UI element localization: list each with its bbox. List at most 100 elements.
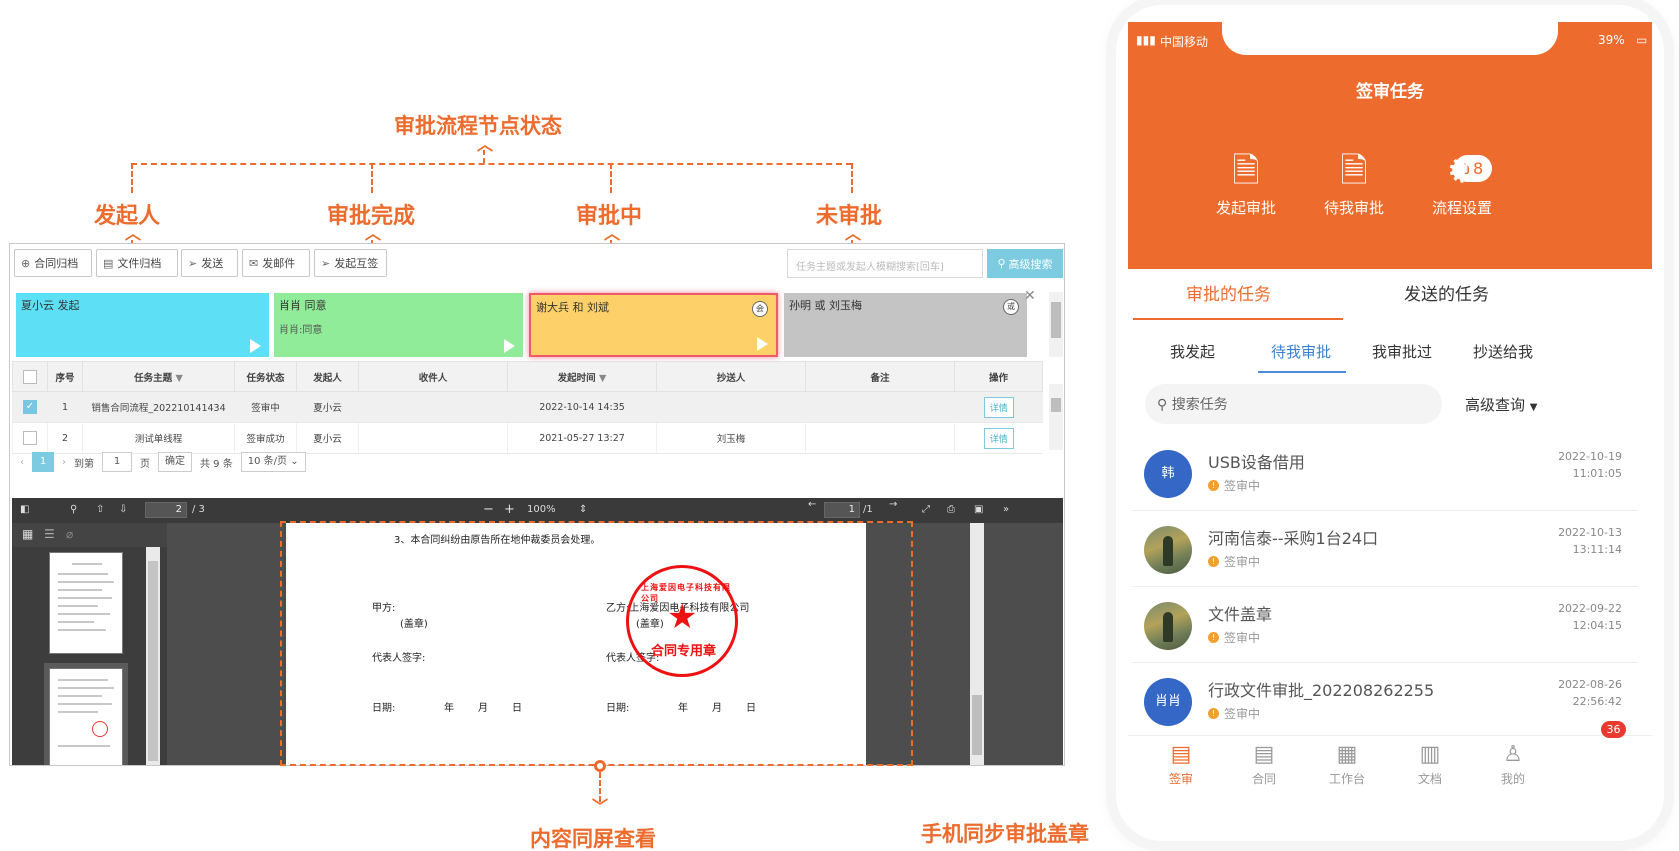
pdf-thumbnail-sidebar: ▦ ☰ ⌀ bbox=[12, 523, 167, 765]
detail-button[interactable]: 详情 bbox=[983, 427, 1014, 449]
user-icon: ♙ bbox=[1503, 742, 1523, 767]
save-icon[interactable]: ▣ bbox=[974, 504, 983, 515]
grid-icon[interactable]: ▦ bbox=[22, 527, 33, 541]
pdf-highlight-frame bbox=[280, 521, 913, 766]
advanced-query-button[interactable]: 高级查询 ▼ bbox=[1465, 394, 1538, 415]
arrow-down-icon[interactable]: ⇩ bbox=[119, 504, 127, 515]
connector bbox=[610, 163, 612, 193]
nav-contract[interactable]: ▤ 合同 bbox=[1229, 742, 1299, 787]
initiate-mutual-sign-button[interactable]: ➢ 发起互签 bbox=[314, 249, 387, 277]
list-item[interactable]: 肖肖 行政文件审批_202208262255 ! 签审中 2022-08-26 22… bbox=[1132, 664, 1638, 739]
zoom-in-icon[interactable]: + bbox=[504, 502, 515, 517]
pdf-thumbnail-page-active[interactable] bbox=[49, 668, 123, 765]
task-search-input[interactable]: ⚲ 搜索任务 bbox=[1145, 384, 1442, 424]
zoom-out-icon[interactable]: − bbox=[483, 502, 494, 517]
confirm-button[interactable]: 确定 bbox=[158, 452, 192, 472]
pdf-thumbnail-page[interactable] bbox=[49, 552, 123, 654]
nav-sign[interactable]: ▤ 签审 bbox=[1146, 742, 1216, 787]
avatar bbox=[1144, 526, 1192, 574]
search-icon: ⚲ bbox=[1157, 397, 1168, 413]
advanced-search-button[interactable]: ⚲ 高级搜索 bbox=[987, 249, 1063, 278]
battery-icon: ▭ bbox=[1636, 33, 1648, 47]
document-hourglass-icon: 🗎 bbox=[1340, 151, 1368, 191]
column-header-subject[interactable]: 任务主题 ▼ bbox=[82, 361, 235, 392]
contract-archive-button[interactable]: ⊕ 合同归档 bbox=[14, 249, 92, 277]
arrow-right-icon[interactable]: → bbox=[889, 499, 897, 510]
list-item[interactable]: 河南信泰--采购1台24口 ! 签审中 2022-10-13 13:11:14 bbox=[1132, 512, 1638, 587]
column-header: 收件人 bbox=[358, 361, 508, 392]
connector bbox=[131, 163, 133, 193]
connector bbox=[371, 163, 373, 193]
pdf-scrollbar[interactable] bbox=[970, 523, 984, 765]
row-checkbox[interactable] bbox=[12, 422, 48, 454]
chevron-right-icon[interactable]: › bbox=[62, 457, 66, 468]
column-header-time[interactable]: 发起时间 ▼ bbox=[507, 361, 657, 392]
paperclip-icon[interactable]: ⌀ bbox=[66, 527, 73, 541]
send-button[interactable]: ➢ 发送 bbox=[181, 249, 238, 277]
page-current[interactable]: 1 bbox=[32, 452, 54, 472]
flow-node-in-progress[interactable]: 谢大兵 和 刘斌 会 bbox=[529, 293, 778, 357]
flow-node-pending[interactable]: 孙明 或 刘玉梅 或 bbox=[784, 293, 1027, 357]
file-archive-button[interactable]: ▤ 文件归档 bbox=[96, 249, 178, 277]
pdf-page-input-right[interactable]: 1 bbox=[824, 502, 860, 518]
initiate-approval-button[interactable]: 🗎 发起审批 bbox=[1196, 151, 1296, 218]
flow-scrollbar[interactable] bbox=[1049, 292, 1063, 357]
goto-page-input[interactable]: 1 bbox=[102, 452, 132, 472]
contract-icon: ▤ bbox=[1253, 742, 1275, 767]
list-item[interactable]: 文件盖章 ! 签审中 2022-09-22 12:04:15 bbox=[1132, 588, 1638, 663]
subtab-initiated[interactable]: 我发起 bbox=[1170, 341, 1215, 362]
subtab-pending[interactable]: 待我审批 bbox=[1271, 341, 1331, 362]
column-header: 发起人 bbox=[296, 361, 359, 392]
connector-dot bbox=[594, 760, 606, 772]
nav-workbench[interactable]: ▦ 工作台 bbox=[1312, 742, 1382, 787]
pdf-toolbar: ◧ ⚲ ⇧ ⇩ 2 / 3 − + 100% ⇕ ← 1 /1 → ⤢ ⎙ ▣ … bbox=[12, 498, 1063, 523]
chevron-down-icon: ﹀ bbox=[592, 797, 609, 816]
mail-icon: ✉ bbox=[249, 256, 259, 270]
battery-level: 39% bbox=[1598, 33, 1625, 47]
column-header: 抄送人 bbox=[656, 361, 806, 392]
double-chevron-right-icon[interactable]: » bbox=[1003, 504, 1009, 515]
flow-node-done[interactable]: 肖肖 同意 肖肖:同意 bbox=[274, 293, 523, 357]
arrow-up-icon[interactable]: ⇧ bbox=[96, 504, 104, 515]
nav-mine[interactable]: ♙ 我的 bbox=[1478, 742, 1548, 787]
chevron-up-icon: ︿ bbox=[604, 224, 621, 243]
page-size-select[interactable]: 10 条/页 ⌄ bbox=[240, 452, 306, 472]
bottom-nav: ▤ 签审 ▤ 合同 ▦ 工作台 ▥ 文档 ♙ 我的 bbox=[1128, 735, 1652, 795]
row-checkbox[interactable]: ✓ bbox=[12, 391, 48, 423]
zoom-select[interactable]: 100% bbox=[527, 504, 556, 515]
task-search-input[interactable]: 任务主题或发起人模糊搜索[回车] bbox=[787, 249, 983, 278]
table-row[interactable]: ✓ 1 销售合同流程_202210141434 签审中 夏小云 2022-10-… bbox=[12, 391, 1043, 423]
print-icon[interactable]: ⎙ bbox=[947, 504, 955, 515]
close-icon[interactable]: ✕ bbox=[1024, 288, 1036, 304]
chevron-left-icon[interactable]: ‹ bbox=[20, 457, 24, 468]
task-table: 序号 任务主题 ▼ 任务状态 发起人 收件人 发起时间 ▼ 抄送人 备注 操作 … bbox=[12, 361, 1043, 454]
tab-sent-tasks[interactable]: 发送的任务 bbox=[1404, 280, 1489, 305]
flow-settings-button[interactable]: ⚙ 流程设置 bbox=[1412, 151, 1512, 218]
send-email-button[interactable]: ✉ 发邮件 bbox=[242, 249, 310, 277]
arrow-right-icon bbox=[757, 337, 768, 351]
sidebar-toggle-icon[interactable]: ◧ bbox=[20, 504, 29, 515]
list-item[interactable]: 韩 USB设备借用 ! 签审中 2022-10-19 11:01:05 bbox=[1132, 436, 1638, 511]
pending-approval-button[interactable]: 🗎 待我审批 bbox=[1304, 151, 1404, 218]
fullscreen-icon[interactable]: ⤢ bbox=[922, 504, 930, 515]
search-icon[interactable]: ⚲ bbox=[70, 504, 77, 515]
select-all-checkbox[interactable] bbox=[12, 361, 48, 392]
table-row[interactable]: 2 测试单线程 签审成功 夏小云 2021-05-27 13:27 刘玉梅 详情 bbox=[12, 422, 1043, 454]
subtab-cc[interactable]: 抄送给我 bbox=[1473, 341, 1533, 362]
arrow-left-icon[interactable]: ← bbox=[808, 499, 816, 510]
flow-node-initiator[interactable]: 夏小云 发起 bbox=[16, 293, 269, 357]
list-icon[interactable]: ☰ bbox=[44, 527, 55, 541]
column-header: 操作 bbox=[954, 361, 1043, 392]
chevron-up-icon: ︿ bbox=[365, 224, 382, 243]
nav-docs[interactable]: ▥ 文档 bbox=[1395, 742, 1465, 787]
detail-button[interactable]: 详情 bbox=[983, 396, 1014, 418]
chevron-up-icon: ︿ bbox=[477, 135, 494, 154]
column-header: 任务状态 bbox=[234, 361, 297, 392]
table-scrollbar[interactable] bbox=[1049, 384, 1063, 450]
tab-approval-tasks[interactable]: 审批的任务 bbox=[1186, 280, 1271, 305]
chevron-updown-icon[interactable]: ⇕ bbox=[579, 504, 587, 515]
pdf-page-input[interactable]: 2 bbox=[145, 502, 187, 518]
thumbnail-scrollbar[interactable] bbox=[146, 547, 160, 765]
subtab-approved[interactable]: 我审批过 bbox=[1372, 341, 1432, 362]
page-title: 签审任务 bbox=[1356, 82, 1424, 102]
